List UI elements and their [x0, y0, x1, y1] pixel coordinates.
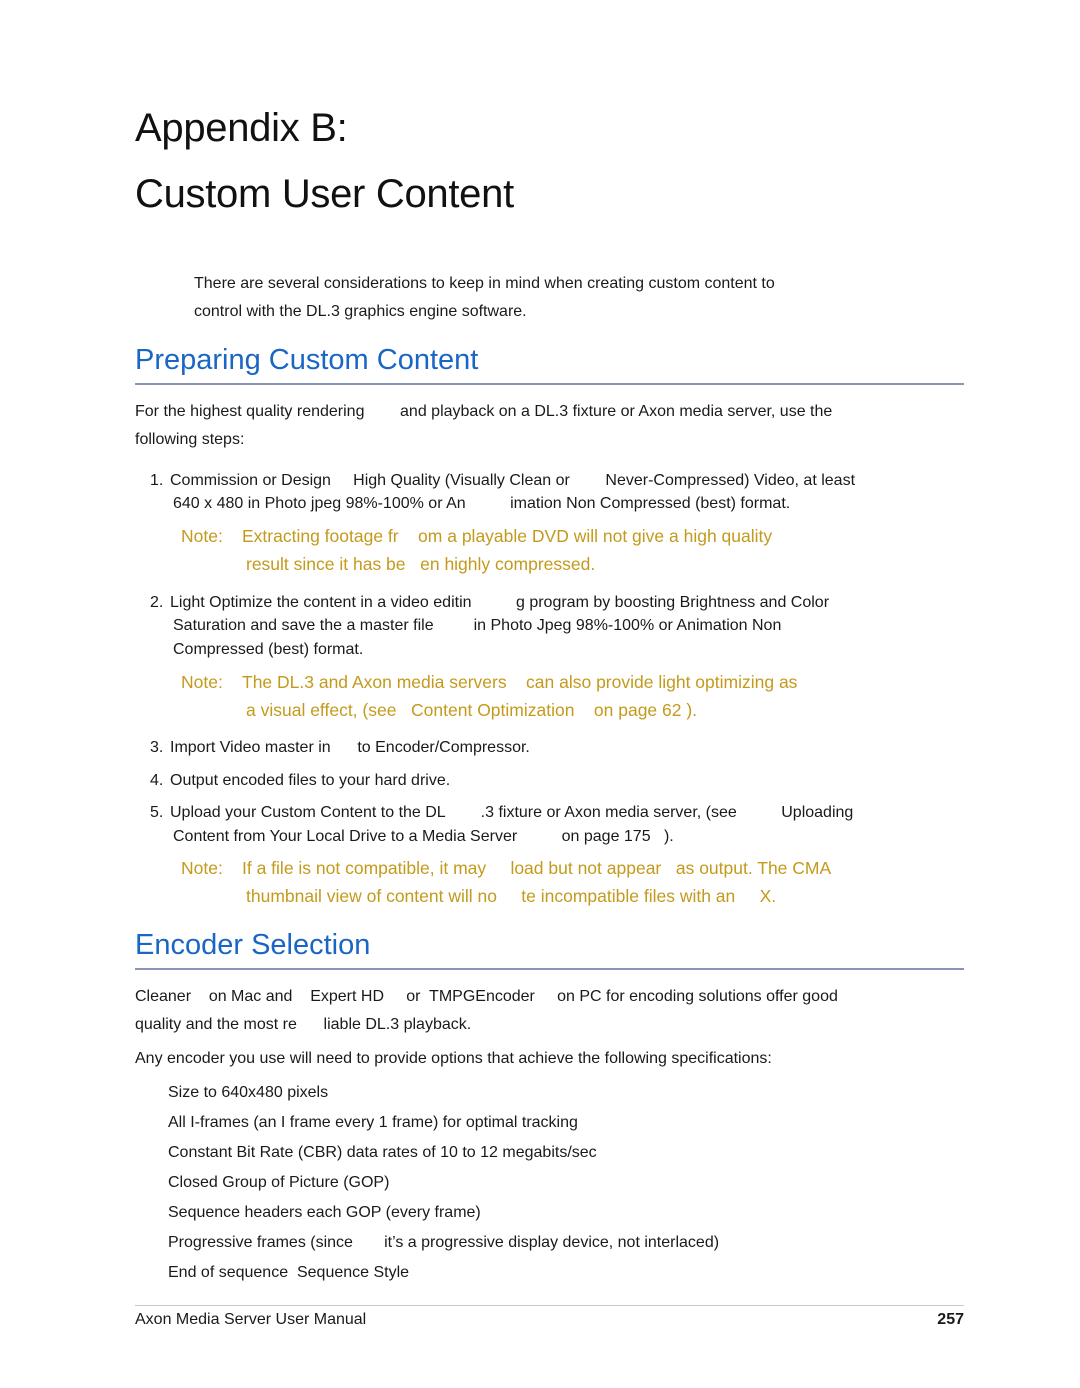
step-line: Output encoded files to your hard drive.	[170, 772, 451, 789]
footer-rule	[135, 1305, 964, 1306]
step-number: 1.	[150, 472, 164, 489]
note-line: thumbnail view of content will no te inc…	[246, 886, 777, 906]
section-rule	[135, 968, 964, 970]
note-label: Note:	[181, 858, 223, 878]
note-line: The DL.3 and Axon media servers can also…	[242, 672, 798, 692]
paragraph-line: quality and the most re liable DL.3 play…	[135, 1016, 472, 1033]
spec-item: Constant Bit Rate (CBR) data rates of 10…	[168, 1144, 597, 1161]
paragraph-line: Any encoder you use will need to provide…	[135, 1050, 772, 1067]
footer-manual-title: Axon Media Server User Manual	[135, 1311, 367, 1328]
note-label: Note:	[181, 672, 223, 692]
step-line: Saturation and save the a master file in…	[173, 617, 782, 634]
note-line: a visual effect, (see Content Optimizati…	[246, 700, 698, 720]
step-number: 2.	[150, 594, 164, 611]
section-heading-encoder: Encoder Selection	[135, 929, 371, 961]
step-number: 4.	[150, 772, 164, 789]
step-line: Light Optimize the content in a video ed…	[170, 594, 830, 611]
page-number: 257	[937, 1311, 964, 1328]
step-line: Upload your Custom Content to the DL .3 …	[170, 804, 854, 821]
intro-line: control with the DL.3 graphics engine so…	[194, 303, 527, 320]
step-number: 5.	[150, 804, 164, 821]
step-number: 3.	[150, 739, 164, 756]
page-title: Custom User Content	[135, 172, 514, 216]
paragraph-line: For the highest quality rendering and pl…	[135, 403, 833, 420]
spec-item: End of sequence Sequence Style	[168, 1264, 410, 1281]
paragraph-line: Cleaner on Mac and Expert HD or TMPGEnco…	[135, 988, 838, 1005]
note-line: result since it has be en highly compres…	[246, 554, 596, 574]
step-line: Import Video master in to Encoder/Compre…	[170, 739, 530, 756]
spec-item: Size to 640x480 pixels	[168, 1084, 329, 1101]
spec-item: Progressive frames (since it’s a progres…	[168, 1234, 720, 1251]
section-rule	[135, 383, 964, 385]
step-line: Compressed (best) format.	[173, 641, 364, 658]
spec-item: Sequence headers each GOP (every frame)	[168, 1204, 481, 1221]
section-heading-preparing: Preparing Custom Content	[135, 344, 479, 376]
note-line: Extracting footage fr om a playable DVD …	[242, 526, 773, 546]
paragraph-line: following steps:	[135, 431, 245, 448]
intro-line: There are several considerations to keep…	[194, 275, 775, 292]
spec-item: Closed Group of Picture (GOP)	[168, 1174, 390, 1191]
step-line: Commission or Design High Quality (Visua…	[170, 472, 856, 489]
spec-item: All I-frames (an I frame every 1 frame) …	[168, 1114, 578, 1131]
note-label: Note:	[181, 526, 223, 546]
step-line: 640 x 480 in Photo jpeg 98%-100% or An i…	[173, 495, 791, 512]
step-line: Content from Your Local Drive to a Media…	[173, 828, 674, 845]
note-line: If a file is not compatible, it may load…	[242, 858, 832, 878]
appendix-title: Appendix B:	[135, 106, 348, 150]
